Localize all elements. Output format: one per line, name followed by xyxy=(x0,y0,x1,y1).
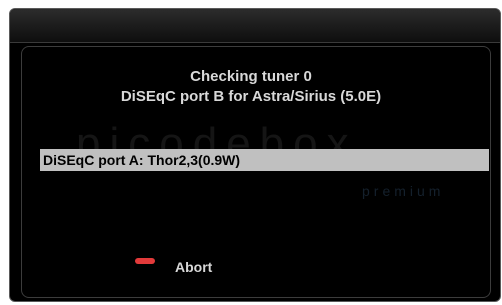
status-message-line2: DiSEqC port B for Astra/Sirius (5.0E) xyxy=(120,88,382,105)
red-key-icon xyxy=(135,258,155,264)
list-item-selected[interactable]: DiSEqC port A: Thor2,3(0.9W) xyxy=(40,149,489,171)
result-list: DiSEqC port A: Thor2,3(0.9W) xyxy=(40,145,490,174)
status-message-line1: Checking tuner 0 xyxy=(190,68,312,85)
abort-label: Abort xyxy=(175,259,213,275)
dialog-titlebar xyxy=(10,9,500,43)
screen: picodebox premium Checking tuner 0 DiSEq… xyxy=(0,0,502,305)
